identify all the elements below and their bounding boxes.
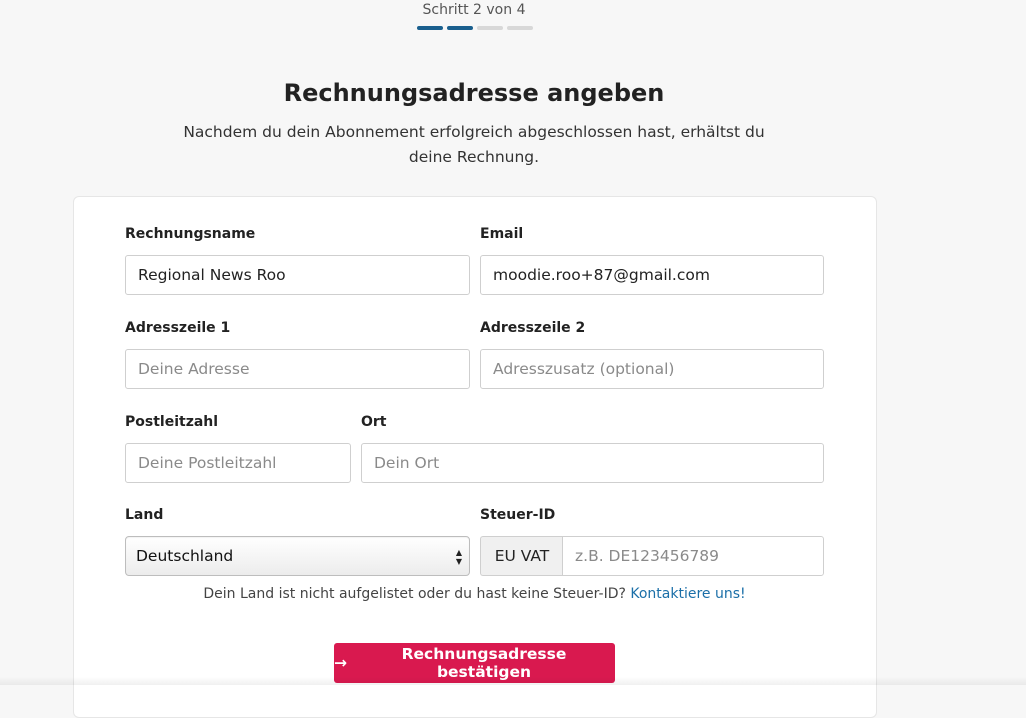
city-label: Ort <box>361 414 387 430</box>
progress-segment-4 <box>507 26 533 30</box>
country-label: Land <box>125 507 164 523</box>
postal-code-label: Postleitzahl <box>125 414 219 430</box>
address-line-2-input[interactable] <box>480 349 824 389</box>
step-progress-bar <box>417 26 533 30</box>
step-indicator-text: Schritt 2 von 4 <box>422 2 526 18</box>
help-text: Dein Land ist nicht aufgelistet oder du … <box>203 586 626 602</box>
page-subtitle: Nachdem du dein Abonnement erfolgreich a… <box>183 123 765 166</box>
tax-id-input[interactable] <box>562 536 824 576</box>
progress-segment-3 <box>477 26 503 30</box>
country-select-value: Deutschland <box>136 547 234 565</box>
city-input[interactable] <box>361 443 824 483</box>
tax-id-label: Steuer-ID <box>480 507 556 523</box>
contact-us-link[interactable]: Kontaktiere uns! <box>630 586 745 602</box>
address-line-2-label: Adresszeile 2 <box>480 320 586 336</box>
help-text-row: Dein Land ist nicht aufgelistet oder du … <box>125 586 824 602</box>
email-input[interactable] <box>480 255 824 295</box>
progress-segment-1 <box>417 26 443 30</box>
progress-segment-2 <box>447 26 473 30</box>
address-line-1-input[interactable] <box>125 349 470 389</box>
select-arrows-icon: ▲ ▼ <box>455 548 462 566</box>
arrow-right-icon: → <box>334 654 347 672</box>
postal-code-input[interactable] <box>125 443 351 483</box>
country-select[interactable]: Deutschland ▲ ▼ <box>125 536 470 576</box>
address-line-1-label: Adresszeile 1 <box>125 320 231 336</box>
billing-name-label: Rechnungsname <box>125 226 256 242</box>
email-label: Email <box>480 226 524 242</box>
bottom-fade <box>0 677 1026 685</box>
eu-vat-prefix: EU VAT <box>480 536 563 576</box>
page-title: Rechnungsadresse angeben <box>283 79 665 107</box>
billing-name-input[interactable] <box>125 255 470 295</box>
confirm-button-label: Rechnungsadresse bestätigen <box>401 645 567 681</box>
